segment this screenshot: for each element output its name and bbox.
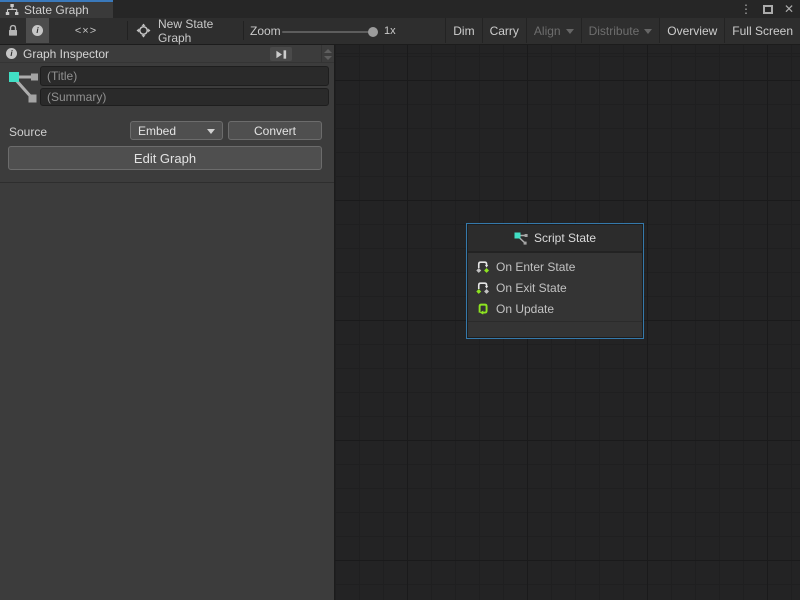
- overview-label: Overview: [667, 24, 717, 38]
- distribute-button[interactable]: Distribute: [581, 18, 660, 43]
- zoom-slider-handle[interactable]: [368, 27, 378, 37]
- on-update-icon: [475, 301, 490, 316]
- event-label: On Enter State: [496, 260, 575, 274]
- chevron-down-icon: [207, 129, 215, 134]
- convert-button[interactable]: Convert: [228, 121, 322, 140]
- full-screen-button[interactable]: Full Screen: [724, 18, 800, 43]
- new-state-graph-button[interactable]: New State Graph: [130, 18, 246, 43]
- inspector-toggle-button[interactable]: i: [26, 18, 49, 43]
- tab-state-graph[interactable]: State Graph: [0, 0, 113, 18]
- chevron-down-icon: [644, 29, 652, 34]
- toolbar-separator: [127, 21, 128, 40]
- event-row-on-exit-state: On Exit State: [468, 277, 642, 298]
- event-row-on-update: On Update: [468, 298, 642, 319]
- state-graph-node-icon: [514, 232, 528, 245]
- window-controls: ⋮ ✕: [740, 0, 794, 18]
- maximize-icon[interactable]: [763, 5, 773, 14]
- graph-toolbar: i <×> New State Graph Zoom 1x Dim: [0, 18, 800, 45]
- new-state-graph-label: New State Graph: [158, 17, 246, 45]
- event-label: On Update: [496, 302, 554, 316]
- summary-field-wrap: [40, 88, 329, 106]
- state-graph-tab-icon: [5, 4, 19, 16]
- lock-button[interactable]: [2, 18, 24, 43]
- tab-title: State Graph: [24, 3, 89, 17]
- state-graph-asset-icon: [8, 68, 38, 104]
- overview-button[interactable]: Overview: [659, 18, 724, 43]
- event-row-on-enter-state: On Enter State: [468, 256, 642, 277]
- source-dropdown[interactable]: Embed: [130, 121, 223, 140]
- zoom-value: 1x: [384, 18, 396, 43]
- carry-button[interactable]: Carry: [482, 18, 526, 43]
- lock-icon: [7, 24, 19, 37]
- zoom-label: Zoom: [250, 18, 281, 43]
- carry-label: Carry: [490, 24, 519, 38]
- dim-label: Dim: [453, 24, 474, 38]
- graph-inspector-title: Graph Inspector: [23, 47, 109, 61]
- zoom-slider[interactable]: [282, 31, 378, 33]
- chevron-down-icon: [566, 29, 574, 34]
- graph-summary-input[interactable]: [40, 88, 329, 106]
- info-icon: i: [6, 48, 17, 59]
- spinner-up-icon[interactable]: [324, 49, 332, 53]
- edit-graph-label: Edit Graph: [134, 151, 196, 166]
- info-icon: i: [32, 25, 43, 36]
- on-enter-state-icon: [475, 259, 490, 274]
- dim-button[interactable]: Dim: [445, 18, 481, 43]
- state-graph-window: State Graph ⋮ ✕ i <×>: [0, 0, 800, 600]
- node-title: Script State: [534, 231, 596, 245]
- dock-right-icon: [275, 48, 288, 61]
- align-button[interactable]: Align: [526, 18, 581, 43]
- script-state-node-header: Script State: [468, 225, 642, 253]
- source-dropdown-value: Embed: [138, 124, 176, 138]
- spinner-down-icon[interactable]: [324, 56, 332, 60]
- toolbar-separator: [243, 21, 244, 40]
- window-menu-icon[interactable]: ⋮: [740, 3, 752, 15]
- script-state-node[interactable]: Script State On Enter State: [466, 223, 644, 339]
- header-spinner: [321, 45, 334, 63]
- edit-graph-button[interactable]: Edit Graph: [8, 146, 322, 170]
- variables-button[interactable]: <×>: [58, 18, 114, 43]
- event-label: On Exit State: [496, 281, 567, 295]
- title-bar: State Graph ⋮ ✕: [0, 0, 800, 18]
- dock-inspector-button[interactable]: [270, 47, 292, 61]
- close-icon[interactable]: ✕: [784, 3, 794, 15]
- convert-label: Convert: [254, 124, 296, 138]
- graph-inspector-panel: i Graph Inspector: [0, 45, 335, 600]
- title-field-wrap: [40, 66, 329, 86]
- script-state-node-body: Script State On Enter State: [468, 225, 642, 337]
- full-screen-label: Full Screen: [732, 24, 793, 38]
- node-event-list: On Enter State On Exit State: [468, 253, 642, 337]
- toolbar-right-group: Dim Carry Align Distribute Overview Full…: [445, 18, 800, 43]
- code-icon: <×>: [75, 25, 97, 37]
- node-footer: [468, 321, 642, 337]
- align-label: Align: [534, 24, 561, 38]
- move-icon: [136, 23, 151, 38]
- panel-divider: [0, 182, 334, 183]
- graph-title-input[interactable]: [40, 66, 329, 86]
- graph-canvas[interactable]: Script State On Enter State: [335, 45, 800, 600]
- source-label: Source: [9, 125, 47, 139]
- on-exit-state-icon: [475, 280, 490, 295]
- distribute-label: Distribute: [589, 24, 640, 38]
